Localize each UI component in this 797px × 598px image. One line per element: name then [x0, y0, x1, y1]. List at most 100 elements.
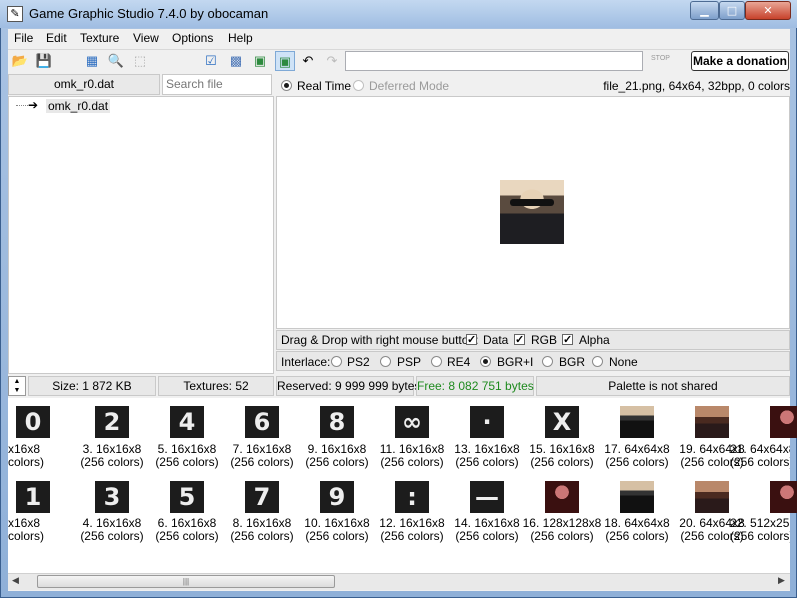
- undo-icon[interactable]: ↶: [298, 51, 318, 71]
- scroll-left-icon[interactable]: ◀: [12, 575, 19, 586]
- palette-status: Palette is not shared: [536, 376, 790, 396]
- interlace-psp-radio[interactable]: [380, 356, 391, 367]
- deferred-radio[interactable]: [353, 80, 364, 91]
- thumbnail-label: 21. 64x64x8: [730, 443, 790, 456]
- deferred-label[interactable]: Deferred Mode: [369, 79, 449, 93]
- menu-file[interactable]: File: [14, 31, 33, 45]
- file-tab[interactable]: omk_r0.dat: [8, 74, 160, 95]
- interlace-re4-radio[interactable]: [431, 356, 442, 367]
- save-icon[interactable]: 💾: [34, 51, 54, 71]
- thumbnail-image[interactable]: [695, 481, 729, 513]
- window-title: Game Graphic Studio 7.4.0 by obocaman: [29, 6, 269, 21]
- search-input[interactable]: Search file: [162, 74, 272, 95]
- thumbnail-image[interactable]: 1: [16, 481, 50, 513]
- thumbnail-image[interactable]: 0: [16, 406, 50, 438]
- alpha-checkbox-label[interactable]: Alpha: [579, 333, 610, 347]
- interlace-ps2-label[interactable]: PS2: [347, 355, 370, 369]
- interlace-label: Interlace:: [281, 355, 331, 369]
- tree-item-file[interactable]: omk_r0.dat: [46, 99, 111, 113]
- data-checkbox[interactable]: ✓: [466, 334, 477, 346]
- open-folder-icon[interactable]: 📂: [10, 51, 30, 71]
- thumbnail-colors: (256 colors): [730, 530, 790, 543]
- menu-edit[interactable]: Edit: [46, 31, 67, 45]
- menu-texture[interactable]: Texture: [80, 31, 119, 45]
- select-icon[interactable]: ⬚: [130, 51, 150, 71]
- thumbnail-image[interactable]: 8: [320, 406, 354, 438]
- stop-button[interactable]: STOP: [651, 55, 670, 62]
- thumbnail-image[interactable]: [695, 406, 729, 438]
- file-tree[interactable]: [8, 96, 274, 374]
- thumbnail-image[interactable]: 2: [95, 406, 129, 438]
- texture-preview-detail: [510, 199, 554, 206]
- spin-up-icon[interactable]: ▲: [9, 377, 25, 386]
- thumbnail-colors: colors): [8, 455, 45, 469]
- realtime-label[interactable]: Real Time: [297, 79, 351, 93]
- zoom-icon[interactable]: 🔍: [106, 51, 126, 71]
- thumbnail-image[interactable]: :: [395, 481, 429, 513]
- realtime-radio[interactable]: [281, 80, 292, 91]
- thumbnail-image[interactable]: 7: [245, 481, 279, 513]
- fit-image-icon[interactable]: ▣: [275, 51, 295, 71]
- thumbnail-image[interactable]: X: [545, 406, 579, 438]
- image-icon[interactable]: ▣: [250, 51, 270, 71]
- path-field[interactable]: [345, 51, 643, 71]
- thumbnail-image[interactable]: 9: [320, 481, 354, 513]
- minimize-icon: ▁: [700, 4, 709, 17]
- grid-view-icon[interactable]: ▦: [82, 51, 102, 71]
- scroll-right-icon[interactable]: ▶: [778, 575, 785, 586]
- thumbnail-image[interactable]: 4: [170, 406, 204, 438]
- interlace-none-radio[interactable]: [592, 356, 603, 367]
- thumbnail-colors: (256 colors): [730, 456, 790, 469]
- thumbnail-image[interactable]: —: [470, 481, 504, 513]
- menu-options[interactable]: Options: [172, 31, 213, 45]
- arrow-right-icon: ➔: [28, 98, 39, 112]
- rgb-checkbox[interactable]: ✓: [514, 334, 525, 346]
- app-icon[interactable]: ✎: [7, 6, 23, 22]
- thumbnail-image[interactable]: [770, 406, 797, 438]
- file-info: file_21.png, 64x64, 32bpp, 0 colors: [603, 79, 790, 93]
- maximize-button[interactable]: □: [719, 1, 745, 20]
- data-checkbox-label[interactable]: Data: [483, 333, 508, 347]
- menu-bar: [8, 29, 790, 49]
- thumbnail-label: 22. 512x256x8: [730, 517, 790, 530]
- scrollbar-thumb[interactable]: |||: [37, 575, 335, 588]
- menu-help[interactable]: Help: [228, 31, 253, 45]
- page-spinner[interactable]: ▲ ▼: [8, 376, 26, 396]
- texture-preview-image: [500, 180, 564, 244]
- interlace-none-label[interactable]: None: [609, 355, 638, 369]
- minimize-button[interactable]: ▁: [690, 1, 719, 20]
- spin-down-icon[interactable]: ▼: [9, 386, 25, 395]
- interlace-ps2-radio[interactable]: [331, 356, 342, 367]
- drag-drop-label: Drag & Drop with right mouse button:: [281, 333, 479, 347]
- thumbnail-image[interactable]: ·: [470, 406, 504, 438]
- menu-view[interactable]: View: [133, 31, 159, 45]
- check-document-icon[interactable]: ☑: [201, 51, 221, 71]
- thumbnail-image[interactable]: 3: [95, 481, 129, 513]
- interlace-bgri-label[interactable]: BGR+I: [497, 355, 533, 369]
- thumbnail-image[interactable]: [620, 406, 654, 438]
- donate-button[interactable]: Make a donation: [691, 51, 789, 71]
- free-status: Free: 8 082 751 bytes: [416, 376, 534, 396]
- thumbnail-image[interactable]: 5: [170, 481, 204, 513]
- transparency-icon[interactable]: ▩: [226, 51, 246, 71]
- interlace-re4-label[interactable]: RE4: [447, 355, 470, 369]
- maximize-icon: □: [726, 4, 738, 17]
- interlace-bgr-radio[interactable]: [542, 356, 553, 367]
- thumbnail-image[interactable]: [620, 481, 654, 513]
- thumbnail-colors: colors): [8, 529, 45, 543]
- close-icon: ✕: [763, 4, 773, 17]
- rgb-checkbox-label[interactable]: RGB: [531, 333, 557, 347]
- thumbnail-image[interactable]: [770, 481, 797, 513]
- interlace-bgr-label[interactable]: BGR: [559, 355, 585, 369]
- thumbnail-image[interactable]: [545, 481, 579, 513]
- reserved-status: Reserved: 9 999 999 bytes: [276, 376, 420, 396]
- interlace-bgri-radio[interactable]: [480, 356, 491, 367]
- redo-icon[interactable]: ↷: [322, 51, 342, 71]
- thumbnail-image[interactable]: ∞: [395, 406, 429, 438]
- size-status: Size: 1 872 KB: [28, 376, 156, 396]
- interlace-psp-label[interactable]: PSP: [397, 355, 421, 369]
- alpha-checkbox[interactable]: ✓: [562, 334, 573, 346]
- textures-status: Textures: 52: [158, 376, 274, 396]
- close-button[interactable]: ✕: [745, 1, 791, 20]
- thumbnail-image[interactable]: 6: [245, 406, 279, 438]
